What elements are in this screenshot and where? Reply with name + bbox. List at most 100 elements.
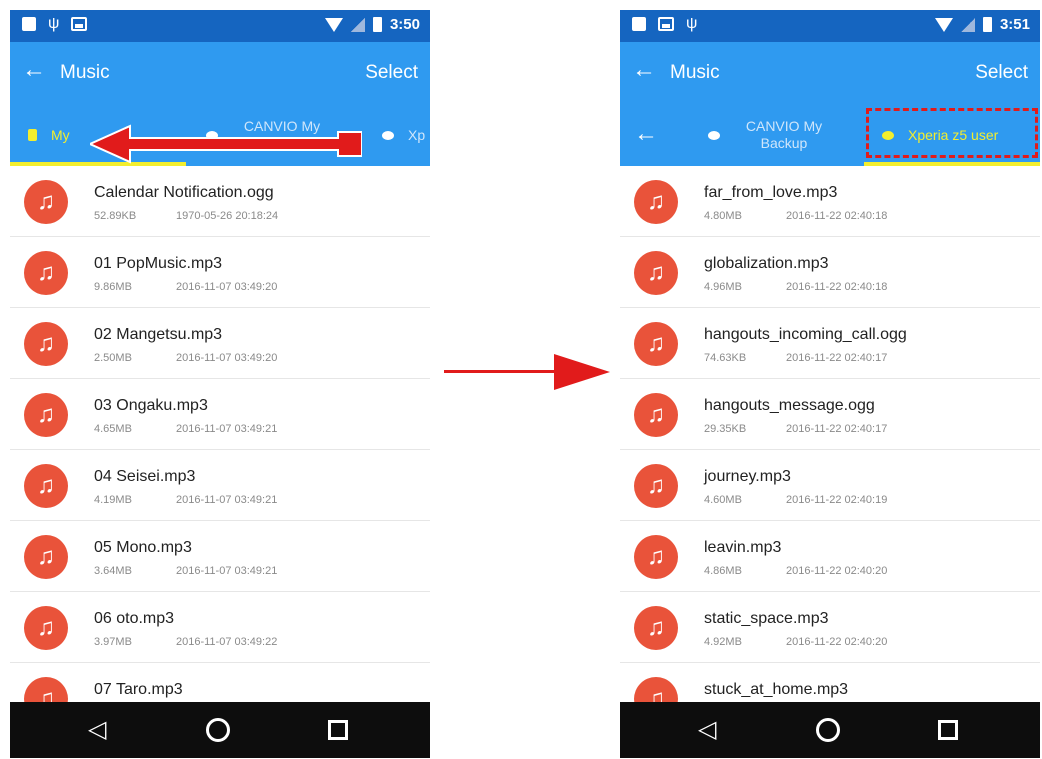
battery-icon <box>372 17 382 32</box>
file-size: 4.96MB <box>704 281 742 293</box>
file-date: 2016-11-22 02:40:18 <box>786 281 888 293</box>
cloud-icon <box>382 130 394 140</box>
nav-recent-apps-icon[interactable] <box>938 720 958 740</box>
tab-canvio-my-backup[interactable]: CANVIO My Backup <box>708 104 834 166</box>
selected-tab-highlight-annotation <box>866 108 1038 158</box>
file-date: 2016-11-22 02:40:18 <box>786 210 888 222</box>
file-size: 29.35KB <box>704 423 747 435</box>
music-note-icon: ♫ <box>24 393 68 437</box>
file-size: 3.97MB <box>94 636 132 648</box>
file-date: 1970-05-26 20:18:24 <box>176 210 279 222</box>
tab-label: My <box>51 126 70 143</box>
usb-icon: ψ <box>686 15 698 32</box>
nav-home-icon[interactable] <box>816 718 840 742</box>
file-date: 2016-11-07 03:49:21 <box>176 423 278 435</box>
image-notification-icon <box>658 17 674 31</box>
nav-home-icon[interactable] <box>206 718 230 742</box>
cloud-icon <box>708 130 720 140</box>
battery-icon <box>982 17 992 32</box>
file-size: 4.65MB <box>94 423 132 435</box>
music-note-icon: ♫ <box>634 180 678 224</box>
file-date: 2016-11-22 02:40:17 <box>786 423 888 435</box>
list-item[interactable]: ♫ 06 oto.mp3 3.97MB 2016-11-07 03:49:22 <box>10 592 430 663</box>
list-item[interactable]: ♫ 02 Mangetsu.mp3 2.50MB 2016-11-07 03:4… <box>10 308 430 379</box>
music-note-icon: ♫ <box>634 322 678 366</box>
music-file-list: ♫ far_from_love.mp3 4.80MB 2016-11-22 02… <box>620 166 1040 734</box>
music-note-icon: ♫ <box>634 535 678 579</box>
tab-my[interactable]: My <box>28 104 70 166</box>
file-name: hangouts_incoming_call.ogg <box>704 326 907 343</box>
file-size: 3.64MB <box>94 565 132 577</box>
file-size: 4.60MB <box>704 494 742 506</box>
list-item[interactable]: ♫ hangouts_message.ogg 29.35KB 2016-11-2… <box>620 379 1040 450</box>
system-nav-bar: ◁ <box>620 702 1040 758</box>
list-item[interactable]: ♫ 04 Seisei.mp3 4.19MB 2016-11-07 03:49:… <box>10 450 430 521</box>
swipe-left-arrow-annotation <box>90 124 362 164</box>
status-time: 3:50 <box>389 16 420 33</box>
status-time: 3:51 <box>999 16 1030 33</box>
system-nav-bar: ◁ <box>10 702 430 758</box>
app-bar: ← Music Select <box>10 42 430 104</box>
usb-icon: ψ <box>48 15 60 32</box>
music-note-icon: ♫ <box>24 606 68 650</box>
file-name: 03 Ongaku.mp3 <box>94 397 208 414</box>
tab-label: Xp <box>408 126 426 143</box>
list-item[interactable]: ♫ 05 Mono.mp3 3.64MB 2016-11-07 03:49:21 <box>10 521 430 592</box>
file-name: journey.mp3 <box>704 468 791 485</box>
back-arrow-icon[interactable]: ← <box>632 56 656 84</box>
file-size: 9.86MB <box>94 281 132 293</box>
signal-icon <box>350 17 365 32</box>
music-note-icon: ♫ <box>634 251 678 295</box>
nav-back-icon[interactable]: ◁ <box>698 716 716 744</box>
tab-scroll-back-icon[interactable]: ← <box>634 120 658 148</box>
file-size: 4.80MB <box>704 210 742 222</box>
nav-recent-apps-icon[interactable] <box>328 720 348 740</box>
left-phone-screen: ψ 3:50 ← Music Select My CANVIO My Backu… <box>10 10 430 758</box>
file-size: 2.50MB <box>94 352 132 364</box>
list-item[interactable]: ♫ far_from_love.mp3 4.80MB 2016-11-22 02… <box>620 166 1040 237</box>
tab-xperia[interactable]: Xp <box>382 104 425 166</box>
file-size: 52.89KB <box>94 210 137 222</box>
file-size: 74.63KB <box>704 352 747 364</box>
phone-storage-icon <box>28 129 37 141</box>
file-date: 2016-11-22 02:40:20 <box>786 636 888 648</box>
select-button[interactable]: Select <box>975 62 1028 84</box>
file-name: 04 Seisei.mp3 <box>94 468 196 485</box>
image-notification-icon <box>71 17 88 31</box>
list-item[interactable]: ♫ leavin.mp3 4.86MB 2016-11-22 02:40:20 <box>620 521 1040 592</box>
list-item[interactable]: ♫ 03 Ongaku.mp3 4.65MB 2016-11-07 03:49:… <box>10 379 430 450</box>
list-item[interactable]: ♫ hangouts_incoming_call.ogg 74.63KB 201… <box>620 308 1040 379</box>
file-size: 4.86MB <box>704 565 742 577</box>
music-note-icon: ♫ <box>24 180 68 224</box>
file-date: 2016-11-07 03:49:21 <box>176 494 278 506</box>
select-button[interactable]: Select <box>365 62 418 84</box>
file-name: 05 Mono.mp3 <box>94 539 192 556</box>
transition-arrow-annotation <box>444 354 610 390</box>
list-item[interactable]: ♫ static_space.mp3 4.92MB 2016-11-22 02:… <box>620 592 1040 663</box>
tab-label: CANVIO My Backup <box>745 118 823 151</box>
file-name: hangouts_message.ogg <box>704 397 875 414</box>
music-note-icon: ♫ <box>24 322 68 366</box>
file-date: 2016-11-22 02:40:17 <box>786 352 888 364</box>
file-name: 02 Mangetsu.mp3 <box>94 326 223 343</box>
wifi-icon <box>324 17 343 32</box>
back-arrow-icon[interactable]: ← <box>22 56 46 84</box>
list-item[interactable]: ♫ journey.mp3 4.60MB 2016-11-22 02:40:19 <box>620 450 1040 521</box>
list-item[interactable]: ♫ globalization.mp3 4.96MB 2016-11-22 02… <box>620 237 1040 308</box>
page-title: Music <box>670 62 720 83</box>
list-item[interactable]: ♫ Calendar Notification.ogg 52.89KB 1970… <box>10 166 430 237</box>
status-bar: ψ 3:50 <box>10 10 430 42</box>
file-date: 2016-11-22 02:40:20 <box>786 565 888 577</box>
nav-back-icon[interactable]: ◁ <box>88 716 106 744</box>
file-name: far_from_love.mp3 <box>704 184 838 201</box>
music-note-icon: ♫ <box>634 606 678 650</box>
file-name: 06 oto.mp3 <box>94 610 175 627</box>
music-note-icon: ♫ <box>634 464 678 508</box>
file-date: 2016-11-07 03:49:22 <box>176 636 278 648</box>
music-note-icon: ♫ <box>634 393 678 437</box>
list-item[interactable]: ♫ 01 PopMusic.mp3 9.86MB 2016-11-07 03:4… <box>10 237 430 308</box>
file-name: 01 PopMusic.mp3 <box>94 255 223 272</box>
app-bar: ← Music Select <box>620 42 1040 104</box>
music-note-icon: ♫ <box>24 535 68 579</box>
file-name: Calendar Notification.ogg <box>94 184 274 201</box>
